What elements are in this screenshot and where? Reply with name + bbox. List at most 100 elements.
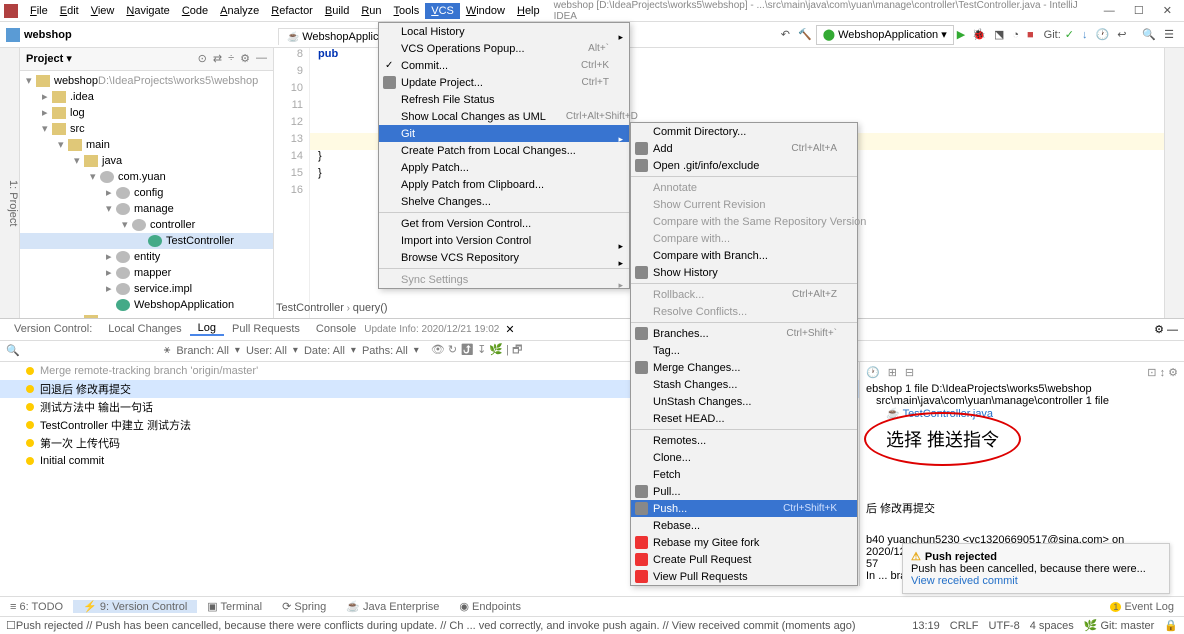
menu-item-git[interactable]: Git [379,125,629,142]
menu-item-clone-[interactable]: Clone... [631,449,857,466]
menu-item-apply-patch-from-clipboard-[interactable]: Apply Patch from Clipboard... [379,176,629,193]
notif-link[interactable]: View received commit [911,575,1161,587]
breadcrumb-project[interactable]: webshop [6,28,72,42]
menu-item-branches-[interactable]: Branches...Ctrl+Shift+` [631,325,857,342]
minimize-icon[interactable]: — [1104,5,1115,17]
editor-breadcrumb[interactable]: TestController › query() [276,302,388,314]
tree-node[interactable]: ▸log [20,105,273,121]
tree-node[interactable]: ▸mapper [20,265,273,281]
gear-icon[interactable]: ⚙ [240,52,250,65]
menu-view[interactable]: View [85,3,121,19]
tree-node[interactable]: ▸config [20,185,273,201]
menu-code[interactable]: Code [176,3,214,19]
expand-icon[interactable]: ⇄ [213,52,222,65]
toolwin-tab[interactable]: ⚡ 9: Version Control [73,600,197,613]
project-tree[interactable]: ▾webshop D:\IdeaProjects\works5\webshop▸… [20,71,273,318]
menu-item-rebase-my-gitee-fork[interactable]: Rebase my Gitee fork [631,534,857,551]
menu-refactor[interactable]: Refactor [265,3,319,19]
menu-item-unstash-changes-[interactable]: UnStash Changes... [631,393,857,410]
run-icon[interactable]: ▶ [957,28,965,41]
menu-item-apply-patch-[interactable]: Apply Patch... [379,159,629,176]
coverage-icon[interactable]: ⬔ [990,28,1008,41]
status-encoding[interactable]: UTF-8 [989,620,1020,632]
menu-item-update-project-[interactable]: Update Project...Ctrl+T [379,74,629,91]
vcs-menu-dropdown[interactable]: Local HistoryVCS Operations Popup...Alt+… [378,22,630,289]
menu-item-import-into-version-control[interactable]: Import into Version Control [379,232,629,249]
close-x-icon[interactable]: ✕ [505,323,514,336]
status-indent[interactable]: 4 spaces [1030,620,1074,632]
menu-tools[interactable]: Tools [388,3,426,19]
toolwin-tab[interactable]: ≡ 6: TODO [0,601,73,613]
stop-icon[interactable]: ■ [1023,29,1038,41]
search-icon[interactable]: 🔍 [1138,28,1160,41]
debug-icon[interactable]: 🐞 [968,28,990,41]
close-icon[interactable]: ✕ [1163,5,1172,17]
tree-node[interactable]: ▸.idea [20,89,273,105]
menu-item-add[interactable]: AddCtrl+Alt+A [631,140,857,157]
tree-node[interactable]: ▾webshop D:\IdeaProjects\works5\webshop [20,73,273,89]
toolwin-tab[interactable]: ▣ Terminal [197,600,272,613]
vcs-tab-localchanges[interactable]: Local Changes [100,323,189,335]
menu-item-tag-[interactable]: Tag... [631,342,857,359]
profile-icon[interactable]: ◔ [1008,29,1023,41]
vcs-tab-console[interactable]: Console [308,323,364,335]
editor-tab[interactable]: ☕ WebshopApplica [278,28,394,45]
project-panel-title[interactable]: Project [26,53,63,65]
detail-file[interactable]: ☕ TestController.java [866,407,1178,420]
hammer-icon[interactable]: 🔨 [794,28,816,41]
commit-icon[interactable]: ✓ [1061,28,1078,41]
filter-user[interactable]: User: All [246,345,287,357]
tree-node[interactable]: WebshopApplication [20,297,273,313]
menu-item-remotes-[interactable]: Remotes... [631,432,857,449]
menu-item-show-history[interactable]: Show History [631,264,857,281]
menu-item-create-patch-from-local-changes-[interactable]: Create Patch from Local Changes... [379,142,629,159]
tree-node[interactable]: ▾src [20,121,273,137]
menu-item-commit-directory-[interactable]: Commit Directory... [631,123,857,140]
menu-item-get-from-version-control-[interactable]: Get from Version Control... [379,215,629,232]
menu-item-browse-vcs-repository[interactable]: Browse VCS Repository [379,249,629,266]
menu-item-create-pull-request[interactable]: Create Pull Request [631,551,857,568]
run-config-selector[interactable]: ⬤ WebshopApplication ▾ [816,25,954,45]
menu-item-shelve-changes-[interactable]: Shelve Changes... [379,193,629,210]
tree-node[interactable]: TestController [20,233,273,249]
menu-item-open-git-info-exclude[interactable]: Open .git/info/exclude [631,157,857,174]
menu-item-merge-changes-[interactable]: Merge Changes... [631,359,857,376]
toolwin-tab[interactable]: ☕ Java Enterprise [336,600,449,613]
menu-window[interactable]: Window [460,3,511,19]
filter-paths[interactable]: Paths: All [362,345,408,357]
tree-node[interactable]: ▾main [20,137,273,153]
menu-item-vcs-operations-popup-[interactable]: VCS Operations Popup...Alt+` [379,40,629,57]
menu-run[interactable]: Run [355,3,387,19]
menu-edit[interactable]: Edit [54,3,85,19]
tree-node[interactable]: ▸entity [20,249,273,265]
back-icon[interactable]: ↶ [777,28,794,41]
menu-item-show-local-changes-as-uml[interactable]: Show Local Changes as UMLCtrl+Alt+Shift+… [379,108,629,125]
rollback-icon[interactable]: ↩ [1113,28,1130,41]
menu-item-reset-head-[interactable]: Reset HEAD... [631,410,857,427]
menu-item-refresh-file-status[interactable]: Refresh File Status [379,91,629,108]
menu-item-fetch[interactable]: Fetch [631,466,857,483]
toolwin-tab[interactable]: ⟳ Spring [272,600,336,613]
status-caret-pos[interactable]: 13:19 [912,620,940,632]
menu-item-commit-[interactable]: ✓Commit...Ctrl+K [379,57,629,74]
collapse-icon[interactable]: ÷ [228,52,234,65]
menu-help[interactable]: Help [511,3,546,19]
lock-icon[interactable]: 🔒 [1164,619,1178,632]
regex-icon[interactable]: ⚹ [164,344,171,357]
tree-node[interactable]: ▾java [20,153,273,169]
menu-analyze[interactable]: Analyze [214,3,265,19]
status-icon[interactable]: ☐ [6,619,16,632]
tree-node[interactable]: ▾controller [20,217,273,233]
toolwin-tab[interactable]: ◉ Endpoints [449,600,531,613]
vcs-update-info[interactable]: Update Info: 2020/12/21 19:02 [364,324,499,335]
menu-item-stash-changes-[interactable]: Stash Changes... [631,376,857,393]
menu-navigate[interactable]: Navigate [120,3,175,19]
menu-vcs[interactable]: VCS [425,3,460,19]
filter-branch[interactable]: Branch: All [176,345,229,357]
vcs-tab-log[interactable]: Log [190,322,224,336]
menu-item-compare-with-branch-[interactable]: Compare with Branch... [631,247,857,264]
menu-item-view-pull-requests[interactable]: View Pull Requests [631,568,857,585]
menu-file[interactable]: File [24,3,54,19]
update-icon[interactable]: ↓ [1078,29,1092,41]
menu-item-pull-[interactable]: Pull... [631,483,857,500]
